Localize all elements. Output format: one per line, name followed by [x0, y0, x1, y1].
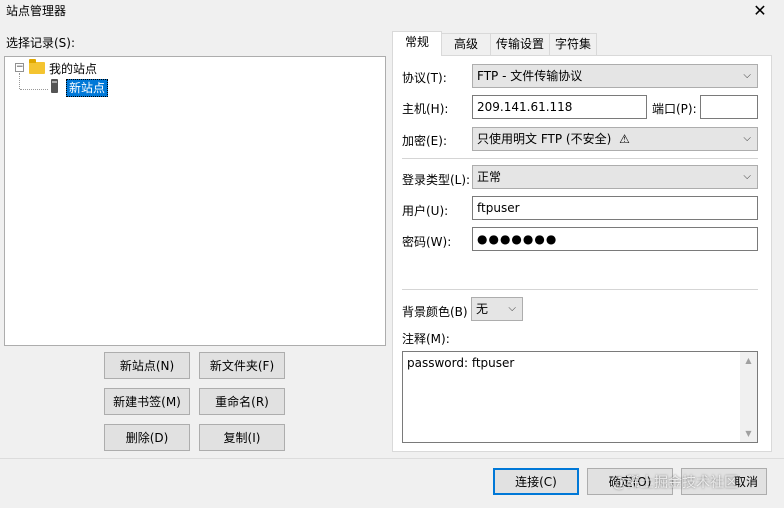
connect-button[interactable]: 连接(C)	[493, 468, 579, 495]
chevron-down-icon: ⌵	[743, 70, 751, 81]
tree-expander-icon[interactable]: −	[15, 63, 24, 72]
protocol-select[interactable]: FTP - 文件传输协议 ⌵	[472, 64, 758, 88]
logon-type-label: 登录类型(L):	[402, 173, 471, 187]
protocol-label: 协议(T):	[402, 71, 447, 85]
password-input[interactable]: ●●●●●●●	[472, 227, 758, 251]
user-input[interactable]: ftpuser	[472, 196, 758, 220]
password-label: 密码(W):	[402, 235, 452, 249]
logon-type-value: 正常	[477, 170, 502, 184]
rename-button[interactable]: 重命名(R)	[199, 388, 285, 415]
comments-scrollbar[interactable]: ▲ ▼	[740, 352, 757, 442]
new-site-button[interactable]: 新站点(N)	[104, 352, 190, 379]
encryption-value: 只使用明文 FTP (不安全)	[477, 132, 612, 146]
tree-root-my-sites[interactable]: 我的站点	[49, 60, 97, 77]
chevron-down-icon: ⌵	[508, 303, 516, 314]
delete-button[interactable]: 删除(D)	[104, 424, 190, 451]
port-label: 端口(P):	[652, 102, 697, 116]
background-color-value: 无	[476, 302, 489, 316]
scroll-up-icon[interactable]: ▲	[740, 352, 757, 369]
background-color-label: 背景颜色(B)	[402, 305, 468, 319]
tab-advanced[interactable]: 高级	[441, 33, 491, 56]
select-entry-label: 选择记录(S):	[6, 36, 76, 50]
protocol-value: FTP - 文件传输协议	[477, 69, 583, 83]
host-input[interactable]: 209.141.61.118	[472, 95, 647, 119]
separator	[402, 158, 758, 159]
chevron-down-icon: ⌵	[743, 133, 751, 144]
server-icon	[51, 79, 58, 93]
site-tree[interactable]: − 我的站点 新站点	[4, 56, 386, 346]
logon-type-select[interactable]: 正常 ⌵	[472, 165, 758, 189]
comments-textarea[interactable]: password: ftpuser ▲ ▼	[402, 351, 758, 443]
new-bookmark-button[interactable]: 新建书签(M)	[104, 388, 190, 415]
window-title: 站点管理器	[6, 4, 67, 18]
tree-connector-horizontal	[20, 89, 48, 90]
user-label: 用户(U):	[402, 204, 449, 218]
chevron-down-icon: ⌵	[743, 171, 751, 182]
comments-label: 注释(M):	[402, 332, 450, 346]
copy-button[interactable]: 复制(I)	[199, 424, 285, 451]
host-label: 主机(H):	[402, 102, 449, 116]
background-color-select[interactable]: 无 ⌵	[471, 297, 523, 321]
scroll-down-icon[interactable]: ▼	[740, 425, 757, 442]
tab-charset[interactable]: 字符集	[549, 33, 597, 56]
port-input[interactable]	[700, 95, 758, 119]
new-folder-button[interactable]: 新文件夹(F)	[199, 352, 285, 379]
tab-transfer-settings[interactable]: 传输设置	[490, 33, 550, 56]
close-icon[interactable]: ✕	[746, 0, 774, 22]
tree-connector-vertical	[19, 73, 20, 89]
encryption-label: 加密(E):	[402, 134, 447, 148]
comments-text: password: ftpuser	[407, 356, 515, 370]
watermark-text: @稀土掘金技术社区	[612, 475, 738, 491]
tree-item-new-site[interactable]: 新站点	[66, 79, 109, 97]
encryption-select[interactable]: 只使用明文 FTP (不安全) ⚠ ⌵	[472, 127, 758, 151]
warning-icon: ⚠	[619, 132, 630, 146]
folder-icon	[29, 59, 45, 74]
separator	[402, 289, 758, 290]
footer-separator	[0, 458, 784, 459]
tab-general[interactable]: 常规	[392, 31, 442, 56]
